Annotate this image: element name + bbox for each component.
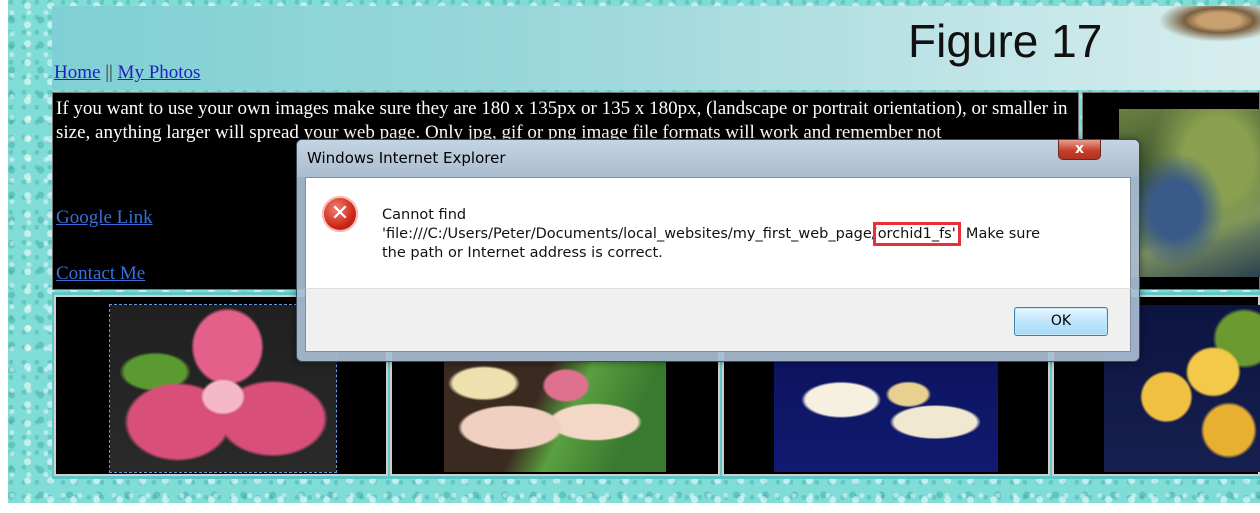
orchid-thumbnail[interactable] — [774, 361, 998, 472]
dialog-footer: OK — [305, 288, 1131, 352]
message-line2: 'file:///C:/Users/Peter/Documents/local_… — [382, 222, 1122, 246]
orchid-thumbnail[interactable] — [444, 361, 666, 472]
contact-link[interactable]: Contact Me — [56, 263, 145, 285]
nav-photos-link[interactable]: My Photos — [118, 62, 201, 83]
message-line1: Cannot find — [382, 207, 467, 223]
dialog-title: Windows Internet Explorer — [307, 149, 506, 167]
intro-paragraph: If you want to use your own images make … — [56, 98, 1068, 143]
message-suffix: . Make sure — [956, 226, 1041, 242]
nav-home-link[interactable]: Home — [54, 62, 100, 83]
nav-bar: Home || My Photos — [54, 62, 200, 84]
google-link[interactable]: Google Link — [56, 207, 153, 229]
nav-separator: || — [105, 62, 113, 83]
close-button[interactable]: x — [1058, 140, 1101, 160]
left-margin — [0, 0, 8, 513]
banner-flower-image — [1158, 6, 1260, 42]
message-line3: the path or Internet address is correct. — [382, 245, 663, 261]
error-icon: ✕ — [322, 196, 358, 232]
error-message: Cannot find 'file:///C:/Users/Peter/Docu… — [382, 206, 1122, 263]
side-photo-image[interactable] — [1119, 109, 1260, 277]
figure-label: Figure 17 — [908, 15, 1103, 67]
message-path: 'file:///C:/Users/Peter/Documents/local_… — [382, 226, 877, 242]
highlighted-filename: orchid1_fs' — [872, 222, 961, 246]
ok-button[interactable]: OK — [1014, 307, 1108, 336]
error-dialog: Windows Internet Explorer x ✕ Cannot fin… — [296, 139, 1140, 362]
close-icon: x — [1074, 141, 1085, 157]
error-icon-glyph: ✕ — [330, 201, 350, 226]
dialog-titlebar[interactable]: Windows Internet Explorer x — [297, 140, 1139, 177]
bottom-margin — [0, 503, 1260, 513]
dialog-body: ✕ Cannot find 'file:///C:/Users/Peter/Do… — [305, 177, 1131, 288]
